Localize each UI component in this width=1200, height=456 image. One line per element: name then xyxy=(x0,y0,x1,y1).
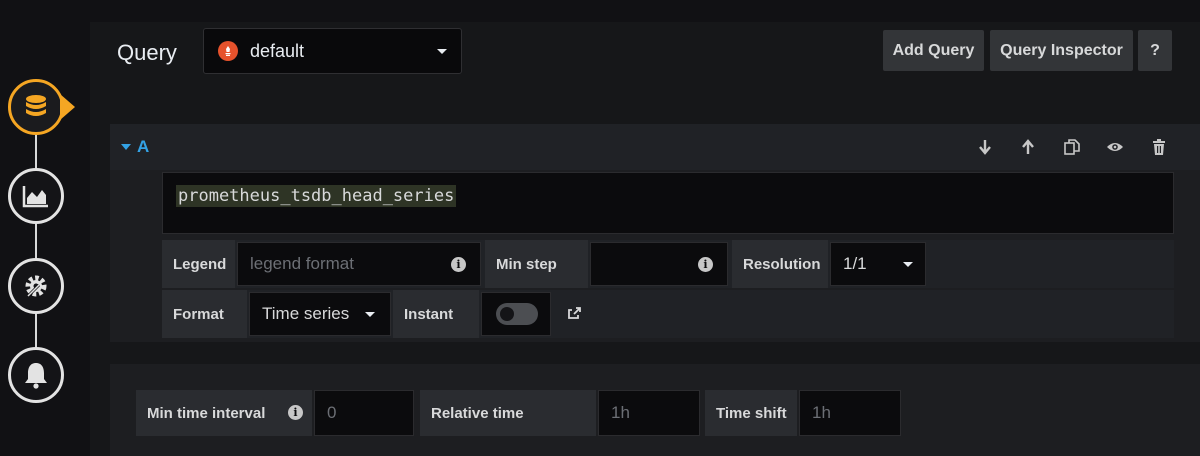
nav-item-visualization[interactable] xyxy=(8,168,64,224)
chevron-down-icon xyxy=(437,49,447,54)
instant-toggle[interactable] xyxy=(496,303,538,325)
info-icon[interactable]: i xyxy=(451,257,466,272)
query-expression[interactable]: prometheus_tsdb_head_series xyxy=(176,185,457,207)
datasource-picker[interactable]: default xyxy=(203,28,462,74)
relative-time-input[interactable]: 1h xyxy=(598,390,700,436)
query-row-header[interactable]: A xyxy=(110,124,1200,170)
active-nav-pointer xyxy=(60,94,75,120)
query-editor-sidenav xyxy=(0,0,90,456)
relative-time-label: Relative time xyxy=(420,390,596,436)
time-shift-input[interactable]: 1h xyxy=(799,390,901,436)
toggle-knob xyxy=(500,307,514,321)
datasource-name: default xyxy=(250,40,305,61)
bell-icon xyxy=(25,363,47,389)
help-button[interactable]: ? xyxy=(1138,30,1172,71)
query-editor-panel: Query default Add Query Query Inspector … xyxy=(90,22,1200,456)
arrow-down-icon[interactable] xyxy=(976,138,994,156)
min-time-interval-label: Min time interval xyxy=(136,390,312,436)
query-row-body: prometheus_tsdb_head_series Legend legen… xyxy=(110,170,1200,342)
query-expression-editor[interactable]: prometheus_tsdb_head_series xyxy=(162,172,1174,234)
query-format-row: Format Time series Instant xyxy=(162,290,1174,338)
instant-label: Instant xyxy=(393,290,479,338)
collapse-caret-icon[interactable] xyxy=(121,144,131,150)
info-icon[interactable]: i xyxy=(698,257,713,272)
time-shift-label: Time shift xyxy=(705,390,797,436)
info-icon[interactable]: i xyxy=(288,405,303,420)
query-inspector-button[interactable]: Query Inspector xyxy=(990,30,1133,71)
legend-format-input[interactable]: legend format xyxy=(237,242,481,286)
format-label: Format xyxy=(162,290,247,338)
min-step-label: Min step xyxy=(485,240,588,288)
trash-icon[interactable] xyxy=(1150,138,1168,156)
legend-label: Legend xyxy=(162,240,235,288)
chevron-down-icon xyxy=(903,262,913,267)
page-title: Query xyxy=(117,40,177,65)
arrow-up-icon[interactable] xyxy=(1019,138,1037,156)
nav-item-general[interactable] xyxy=(8,258,64,314)
nav-item-queries[interactable] xyxy=(8,79,64,135)
add-query-button[interactable]: Add Query xyxy=(883,30,984,71)
resolution-label: Resolution xyxy=(732,240,828,288)
external-link-icon[interactable] xyxy=(565,304,583,322)
query-ref-id[interactable]: A xyxy=(137,137,149,157)
database-icon xyxy=(26,95,46,116)
query-options-panel: Min time interval i 0 Relative time 1h T… xyxy=(110,364,1200,456)
query-options-row: Legend legend format i Min step i Resolu… xyxy=(162,240,1174,288)
area-chart-icon xyxy=(22,186,48,208)
duplicate-icon[interactable] xyxy=(1063,138,1081,156)
nav-item-alert[interactable] xyxy=(8,347,64,403)
prometheus-icon xyxy=(218,41,238,61)
eye-icon[interactable] xyxy=(1106,138,1124,156)
time-options-row: Min time interval i 0 Relative time 1h T… xyxy=(136,390,906,436)
min-time-interval-input[interactable]: 0 xyxy=(314,390,414,436)
chevron-down-icon xyxy=(365,312,375,317)
settings-icon xyxy=(25,275,47,298)
